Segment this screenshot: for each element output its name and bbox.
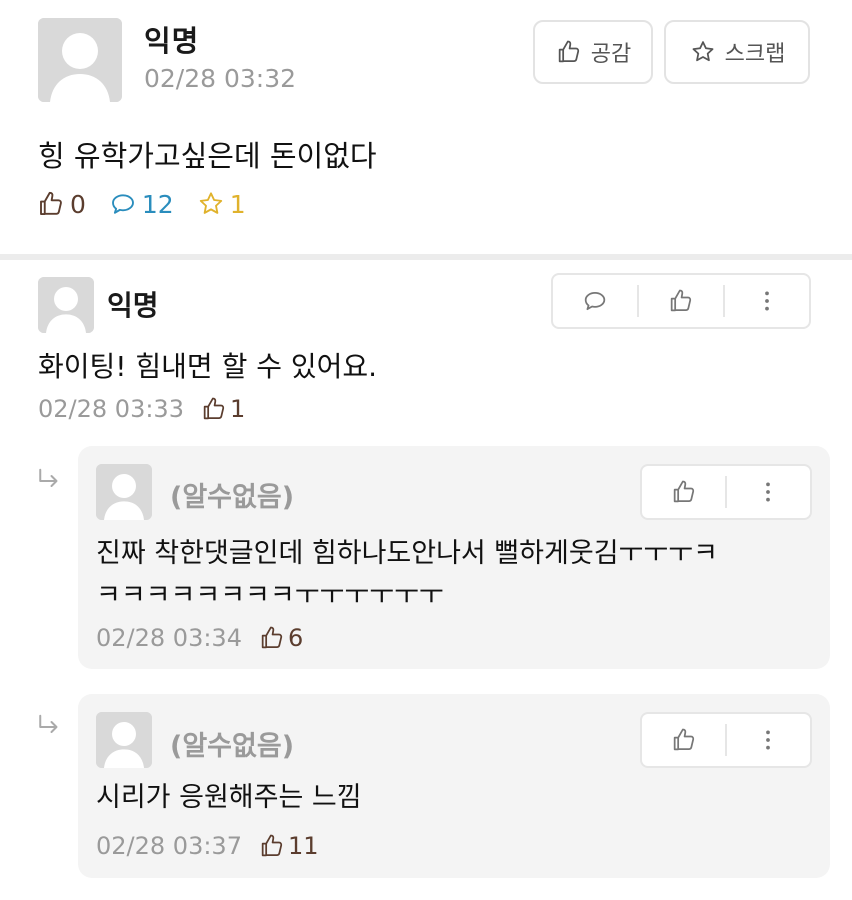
thumbs-up-icon (258, 832, 286, 860)
reply-avatar (96, 712, 152, 768)
reply-body: 시리가 응원해주는 느낌 (96, 777, 812, 819)
thumbs-up-icon (36, 189, 66, 219)
thumbs-up-icon (670, 478, 698, 506)
reply-like-count: 6 (258, 624, 303, 652)
thumbs-up-icon (670, 726, 698, 754)
more-options-button[interactable] (727, 466, 810, 518)
reply-body-line: 시리가 응원해주는 느낌 (96, 782, 362, 813)
post-avatar (38, 18, 122, 102)
comment-like-value: 1 (229, 395, 246, 423)
reply-body-line: 진짜 착한댓글인데 힘하나도안나서 뻘하게웃김ㅜㅜㅜㅋ (96, 538, 718, 569)
reply-body: 진짜 착한댓글인데 힘하나도안나서 뻘하게웃김ㅜㅜㅜㅋ ㅋㅋㅋㅋㅋㅋㅋㅋㅜㅜㅜㅜ… (96, 533, 812, 617)
more-vertical-icon (754, 478, 782, 506)
reply-timestamp: 02/28 03:34 (96, 624, 242, 652)
comment-count-value: 12 (141, 189, 174, 219)
thumbs-up-icon (555, 38, 583, 66)
comment-avatar (38, 277, 94, 333)
thumbs-up-icon (667, 287, 695, 315)
user-placeholder-icon (38, 277, 94, 333)
reply-button[interactable] (553, 275, 637, 327)
like-button-label: 공감 (590, 42, 632, 67)
scrap-count-value: 1 (229, 189, 246, 219)
reply-like-value: 6 (287, 624, 304, 652)
scrap-count: 1 (196, 189, 246, 219)
reply-arrow-icon (34, 712, 64, 742)
like-button[interactable]: 공감 (533, 20, 653, 84)
scrap-button[interactable]: 스크랩 (664, 20, 810, 84)
reply-like-value: 11 (287, 832, 319, 860)
comment-author: 익명 (107, 289, 159, 322)
comment-timestamp: 02/28 03:33 (38, 395, 184, 423)
post-body: 힝 유학가고싶은데 돈이없다 (38, 139, 377, 173)
user-placeholder-icon (96, 712, 152, 768)
reply-like-button[interactable] (642, 466, 725, 518)
scrap-button-label: 스크랩 (724, 42, 786, 67)
like-count: 0 (36, 189, 86, 219)
like-count-value: 0 (70, 189, 86, 219)
comment-like-button[interactable] (639, 275, 723, 327)
reply-meta: 02/28 03:34 6 (96, 622, 303, 654)
section-divider (0, 254, 852, 260)
comment-meta: 02/28 03:33 1 (38, 393, 245, 425)
more-options-button[interactable] (725, 275, 809, 327)
comment-bubble-icon (108, 189, 138, 219)
comment-like-count: 1 (200, 395, 245, 423)
star-icon (196, 189, 226, 219)
post-stats: 0 12 1 (36, 186, 268, 222)
comment-count: 12 (108, 189, 174, 219)
reply-arrow-icon (34, 466, 64, 496)
reply-like-button[interactable] (642, 714, 725, 766)
more-vertical-icon (753, 287, 781, 315)
reply-author: (알수없음) (170, 731, 295, 762)
star-icon (689, 38, 717, 66)
comment-bubble-icon (581, 287, 609, 315)
reply-timestamp: 02/28 03:37 (96, 832, 242, 860)
post-timestamp: 02/28 03:32 (144, 64, 297, 93)
reply-avatar (96, 464, 152, 520)
reply-author: (알수없음) (170, 482, 295, 513)
more-options-button[interactable] (727, 714, 810, 766)
reply-like-count: 11 (258, 832, 319, 860)
reply-meta: 02/28 03:37 11 (96, 830, 319, 862)
user-placeholder-icon (38, 18, 122, 102)
reply-body-line: ㅋㅋㅋㅋㅋㅋㅋㅋㅜㅜㅜㅜㅜㅜ (96, 580, 444, 611)
comment-body: 화이팅! 힘내면 할 수 있어요. (38, 350, 378, 383)
comment-action-group (551, 273, 811, 329)
reply-action-group (640, 712, 812, 768)
thumbs-up-icon (200, 395, 228, 423)
post-author: 익명 (144, 24, 200, 58)
more-vertical-icon (754, 726, 782, 754)
thumbs-up-icon (258, 624, 286, 652)
reply-action-group (640, 464, 812, 520)
user-placeholder-icon (96, 464, 152, 520)
